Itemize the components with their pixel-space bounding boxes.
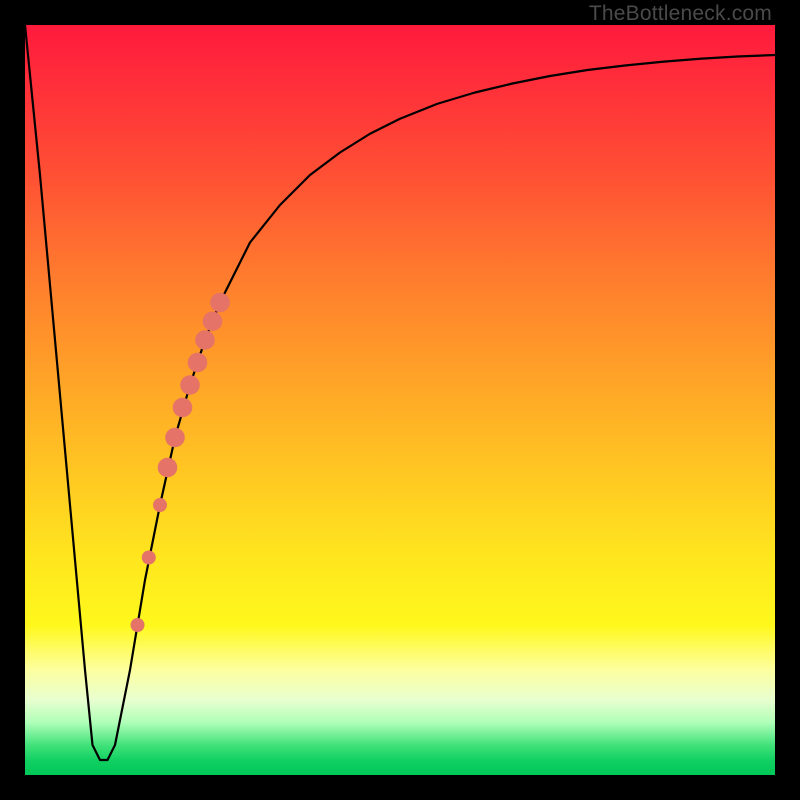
- highlight-point: [210, 293, 230, 313]
- highlight-point: [142, 551, 156, 565]
- highlight-point: [195, 330, 215, 350]
- highlight-point: [158, 458, 178, 478]
- highlight-point: [153, 498, 167, 512]
- chart-svg: [25, 25, 775, 775]
- watermark-text: TheBottleneck.com: [589, 2, 772, 26]
- bottleneck-curve: [25, 25, 775, 760]
- highlight-point: [203, 311, 223, 331]
- highlight-point: [131, 618, 145, 632]
- chart-frame: TheBottleneck.com: [0, 0, 800, 800]
- highlight-point: [180, 375, 200, 395]
- highlight-point: [173, 398, 193, 418]
- plot-area: [25, 25, 775, 775]
- highlight-point: [188, 353, 208, 373]
- highlight-point: [165, 428, 185, 448]
